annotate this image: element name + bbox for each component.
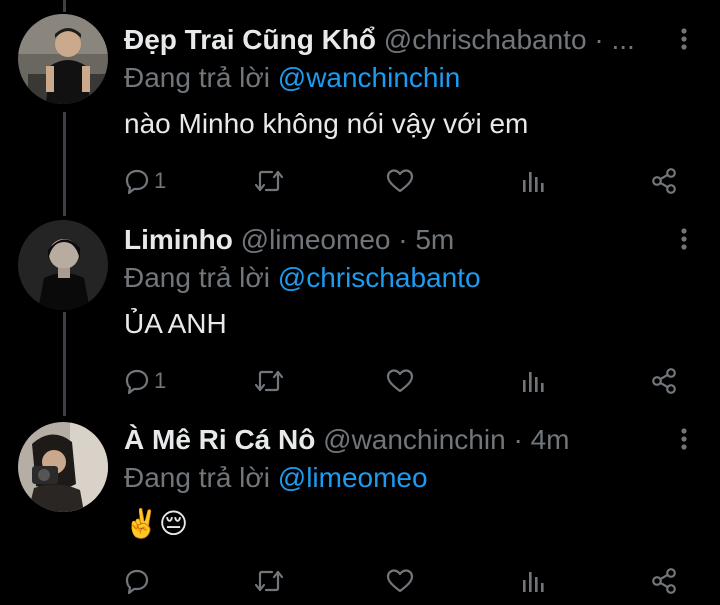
tweet-actions: 1 — [124, 366, 684, 396]
share-nodes-icon — [652, 368, 676, 394]
tweet-header: Liminho @limeomeo · 5m — [124, 222, 675, 258]
tweet-text: ỦA ANH — [124, 308, 227, 339]
replying-to: Đang trả lời @wanchinchin — [124, 60, 460, 96]
stats-bars-icon — [523, 572, 544, 592]
reply-bubble-icon — [125, 169, 149, 194]
replying-to-label: Đang trả lời — [124, 262, 270, 293]
display-name[interactable]: À Mê Ri Cá Nô — [124, 424, 315, 455]
tweet-actions — [124, 566, 684, 596]
timestamp[interactable]: 5m — [415, 224, 454, 255]
avatar[interactable] — [18, 422, 108, 512]
like-button[interactable] — [386, 366, 414, 396]
heart-icon — [386, 369, 414, 393]
tweet[interactable]: Đẹp Trai Cũng Khổ @chrischabanto · ... Đ… — [0, 14, 720, 202]
tweet-header: Đẹp Trai Cũng Khổ @chrischabanto · ... — [124, 22, 675, 58]
user-handle[interactable]: @chrischabanto — [384, 24, 587, 55]
separator-dot: · — [594, 24, 604, 55]
more-vertical-icon[interactable] — [678, 24, 690, 54]
replying-to-user-link[interactable]: @chrischabanto — [278, 262, 481, 293]
like-button[interactable] — [386, 166, 414, 196]
separator-dot: · — [513, 424, 523, 455]
display-name[interactable]: Liminho — [124, 224, 233, 255]
replying-to: Đang trả lời @limeomeo — [124, 460, 428, 496]
timestamp[interactable]: ... — [611, 24, 634, 55]
share-nodes-icon — [652, 168, 676, 194]
retweet-icon — [254, 170, 284, 192]
reply-bubble-icon — [125, 569, 149, 594]
retweet-button[interactable] — [254, 366, 284, 396]
stats-button[interactable] — [520, 366, 546, 396]
reply-button[interactable]: 1 — [124, 366, 166, 396]
avatar[interactable] — [18, 14, 108, 104]
stats-bars-icon — [523, 172, 544, 192]
share-button[interactable] — [650, 166, 678, 196]
reply-button[interactable]: 1 — [124, 166, 166, 196]
replying-to-label: Đang trả lời — [124, 462, 270, 493]
stats-button[interactable] — [520, 166, 546, 196]
share-nodes-icon — [652, 568, 676, 594]
replying-to-user-link[interactable]: @wanchinchin — [278, 62, 461, 93]
timestamp[interactable]: 4m — [531, 424, 570, 455]
retweet-icon — [254, 370, 284, 392]
more-vertical-icon[interactable] — [678, 224, 690, 254]
tweet-actions: 1 — [124, 166, 684, 196]
reply-button[interactable] — [124, 566, 154, 596]
stats-button[interactable] — [520, 566, 546, 596]
retweet-button[interactable] — [254, 166, 284, 196]
replying-to-user-link[interactable]: @limeomeo — [278, 462, 428, 493]
tweet-header: À Mê Ri Cá Nô @wanchinchin · 4m — [124, 422, 675, 458]
tweet-text: nào Minho không nói vậy với em — [124, 108, 529, 139]
heart-icon — [386, 569, 414, 593]
retweet-icon — [254, 570, 284, 592]
thread-line-top — [63, 0, 66, 12]
retweet-button[interactable] — [254, 566, 284, 596]
heart-icon — [386, 169, 414, 193]
like-button[interactable] — [386, 566, 414, 596]
reply-count: 1 — [154, 168, 167, 193]
user-handle[interactable]: @limeomeo — [241, 224, 391, 255]
separator-dot: · — [398, 224, 408, 255]
more-vertical-icon[interactable] — [678, 424, 690, 454]
replying-to-label: Đang trả lời — [124, 62, 270, 93]
stats-bars-icon — [523, 372, 544, 392]
display-name[interactable]: Đẹp Trai Cũng Khổ — [124, 24, 376, 55]
user-handle[interactable]: @wanchinchin — [323, 424, 506, 455]
avatar[interactable] — [18, 220, 108, 310]
reply-bubble-icon — [125, 369, 149, 394]
tweet[interactable]: Liminho @limeomeo · 5m Đang trả lời @chr… — [0, 220, 720, 402]
tweet-text: ✌️😔 — [124, 508, 189, 539]
reply-count: 1 — [154, 368, 167, 393]
share-button[interactable] — [650, 366, 678, 396]
share-button[interactable] — [650, 566, 678, 596]
tweet[interactable]: À Mê Ri Cá Nô @wanchinchin · 4m Đang trả… — [0, 422, 720, 602]
replying-to: Đang trả lời @chrischabanto — [124, 260, 481, 296]
